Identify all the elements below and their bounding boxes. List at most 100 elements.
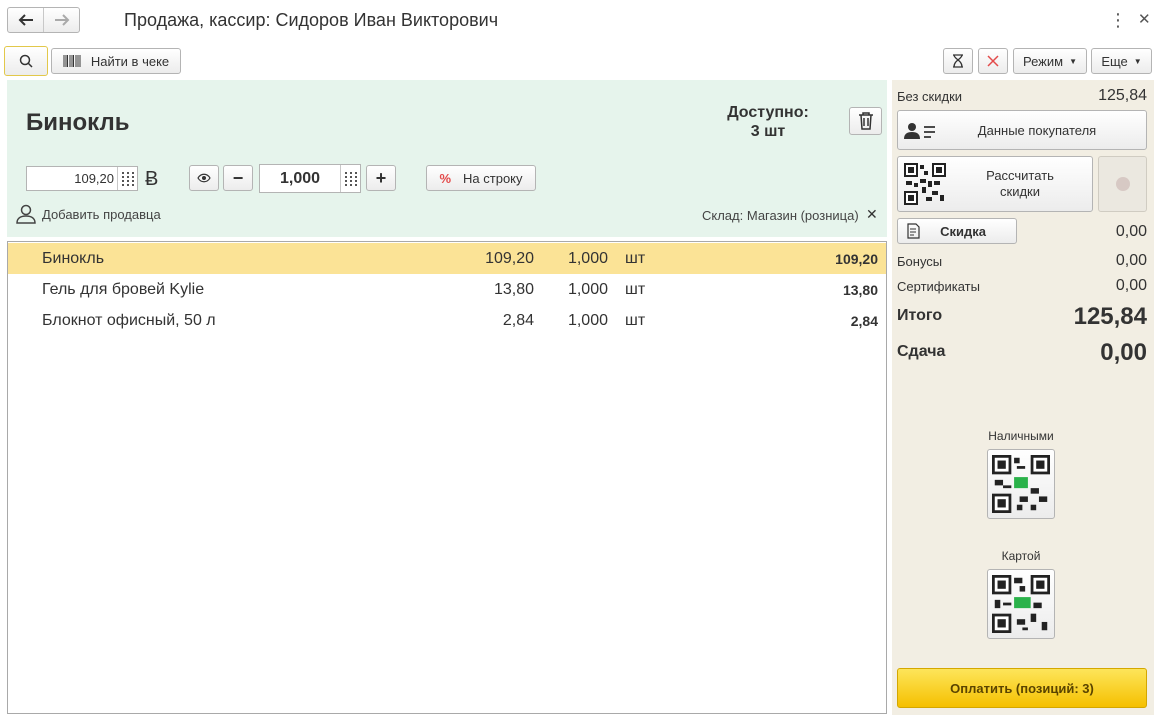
add-seller-link[interactable]: Добавить продавца [16, 204, 161, 224]
price-input[interactable]: 109,20 [26, 166, 138, 191]
search-button[interactable] [4, 46, 48, 76]
available-value: 3 шт [750, 123, 786, 140]
row-unit: шт [625, 281, 646, 298]
more-label: Еще [1101, 53, 1128, 69]
discount-status-icon [1115, 177, 1130, 191]
row-quantity: 1,000 [567, 281, 608, 298]
eye-icon [197, 173, 211, 183]
currency-symbol: Ƀ [145, 168, 159, 190]
cancel-check-button[interactable] [978, 48, 1008, 74]
find-in-check-label: Найти в чеке [90, 53, 170, 69]
find-in-check-button[interactable]: Найти в чеке [51, 48, 181, 74]
customer-data-button[interactable]: Данные покупателя [897, 110, 1147, 150]
row-price: 109,20 [485, 250, 534, 267]
discount-label: Скидка [940, 223, 986, 239]
check-items-table: Бинокль 109,20 1,000 шт 109,20 Гель для брове… [7, 241, 887, 714]
availability: Доступно: 3 шт [719, 103, 817, 141]
change-label: Сдача [897, 343, 946, 360]
bonus-label: Бонусы [897, 254, 943, 269]
history-nav [7, 7, 80, 33]
minus-icon: − [232, 167, 244, 188]
calculate-discounts-label: Рассчитать скидки [986, 168, 1054, 200]
qr-card-icon [992, 575, 1050, 633]
table-row[interactable]: Блокнот офисный, 50 л 2,84 1,000 шт 2,84 [8, 305, 886, 336]
cash-payment-label: Наличными [988, 429, 1054, 443]
back-button[interactable] [8, 8, 44, 32]
user-icon [16, 204, 36, 224]
more-actions-icon[interactable]: ⋮ [1109, 10, 1127, 31]
row-unit: шт [625, 312, 646, 329]
window-title: Продажа, кассир: Сидоров Иван Викторович [124, 10, 499, 30]
mode-label: Режим [1022, 53, 1064, 69]
calculate-discounts-button[interactable]: Рассчитать скидки [897, 156, 1093, 212]
arrow-left-icon [18, 14, 33, 26]
add-seller-label: Добавить продавца [42, 206, 161, 222]
toggle-visibility-button[interactable] [189, 165, 219, 191]
row-sum: 2,84 [850, 313, 878, 329]
qr-code-icon [904, 163, 946, 205]
hourglass-icon [953, 54, 963, 68]
table-row[interactable]: Бинокль 109,20 1,000 шт 109,20 [8, 243, 886, 274]
chevron-down-icon: ▼ [1069, 56, 1077, 66]
forward-button[interactable] [44, 8, 79, 32]
card-payment-label: Картой [1001, 549, 1041, 563]
pay-button[interactable]: Оплатить (позиций: 3) [897, 668, 1147, 708]
no-discount-label: Без скидки [897, 89, 963, 104]
decrease-quantity-button[interactable]: − [223, 165, 253, 191]
calc-discount-line1: Рассчитать [986, 168, 1054, 183]
total-label: Итого [897, 307, 943, 324]
search-icon [19, 54, 33, 68]
discount-status-button[interactable] [1098, 156, 1147, 212]
row-name: Блокнот офисный, 50 л [42, 312, 216, 329]
to-row-label: На строку [463, 170, 523, 186]
warehouse-label: Склад: Магазин (розница) [702, 208, 859, 223]
chevron-down-icon: ▼ [1133, 56, 1142, 66]
change-value: 0,00 [1100, 339, 1147, 366]
row-sum: 13,80 [842, 282, 878, 298]
price-value: 109,20 [74, 171, 114, 186]
arrow-right-icon [54, 14, 69, 26]
barcode-icon [63, 55, 81, 67]
calculator-icon[interactable] [117, 167, 137, 190]
customer-card-icon [904, 123, 935, 139]
customer-data-label: Данные покупателя [977, 122, 1097, 138]
discount-value: 0,00 [1115, 223, 1147, 240]
trash-icon [858, 112, 873, 130]
mode-button[interactable]: Режим ▼ [1013, 48, 1087, 74]
calc-discount-line2: скидки [1000, 184, 1040, 199]
row-quantity: 1,000 [567, 250, 608, 267]
row-sum: 109,20 [835, 251, 878, 267]
table-row[interactable]: Гель для бровей Kylie 13,80 1,000 шт 13,80 [8, 274, 886, 305]
certificates-label: Сертификаты [897, 279, 980, 294]
item-name: Бинокль [26, 109, 130, 136]
delete-row-button[interactable] [849, 107, 882, 135]
available-label: Доступно: [727, 104, 809, 121]
summary-panel: Без скидки 125,84 Данные покупателя Расс… [892, 80, 1154, 715]
no-discount-value: 125,84 [1098, 87, 1147, 104]
plus-icon: + [375, 167, 387, 188]
percent-icon: % [439, 170, 452, 186]
card-payment-button[interactable] [987, 569, 1055, 639]
row-name: Гель для бровей Kylie [42, 281, 205, 298]
current-item-panel: Бинокль Доступно: 3 шт 109,20 Ƀ − 1,000 … [7, 80, 887, 237]
close-icon[interactable]: ✕ [1138, 10, 1151, 28]
total-value: 125,84 [1073, 303, 1147, 330]
row-name: Бинокль [42, 250, 105, 267]
quantity-input[interactable]: 1,000 [259, 164, 361, 193]
close-red-icon [987, 55, 999, 67]
increase-quantity-button[interactable]: + [366, 165, 396, 191]
row-price: 13,80 [493, 281, 534, 298]
row-quantity: 1,000 [567, 312, 608, 329]
calculator-icon[interactable] [340, 165, 360, 192]
row-price: 2,84 [502, 312, 534, 329]
certificates-value: 0,00 [1115, 277, 1147, 294]
clear-warehouse-icon[interactable]: ✕ [866, 206, 878, 223]
row-discount-button[interactable]: % На строку [426, 165, 536, 191]
discount-doc-icon [907, 223, 920, 239]
bonus-value: 0,00 [1115, 252, 1147, 269]
discount-button[interactable]: Скидка [897, 218, 1017, 244]
more-button[interactable]: Еще ▼ [1091, 48, 1152, 74]
row-unit: шт [625, 250, 646, 267]
cash-payment-button[interactable] [987, 449, 1055, 519]
deferred-check-button[interactable] [943, 48, 973, 74]
